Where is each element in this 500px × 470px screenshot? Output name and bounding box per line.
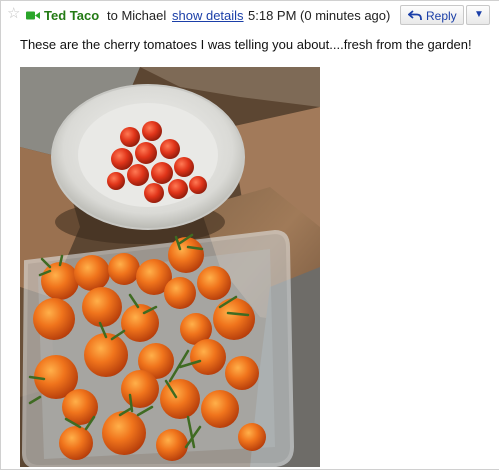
reply-label: Reply: [426, 9, 457, 23]
show-details-link[interactable]: show details: [172, 8, 244, 23]
more-actions-button[interactable]: ▼: [466, 5, 490, 25]
reply-button[interactable]: Reply: [400, 5, 464, 25]
tomato-photo[interactable]: [20, 67, 320, 467]
chevron-down-icon: ▼: [474, 9, 484, 20]
message-body: These are the cherry tomatoes I was tell…: [20, 37, 472, 52]
recipient-text: to Michael: [107, 8, 167, 23]
reply-arrow-icon: [408, 10, 422, 20]
sender-name[interactable]: Ted Taco: [44, 8, 99, 23]
message-timestamp: 5:18 PM (0 minutes ago): [248, 8, 391, 23]
message-header: ☆ Ted Taco to Michael show details 5:18 …: [0, 0, 500, 30]
star-icon[interactable]: ☆: [7, 6, 21, 21]
video-camera-icon: [26, 11, 40, 20]
